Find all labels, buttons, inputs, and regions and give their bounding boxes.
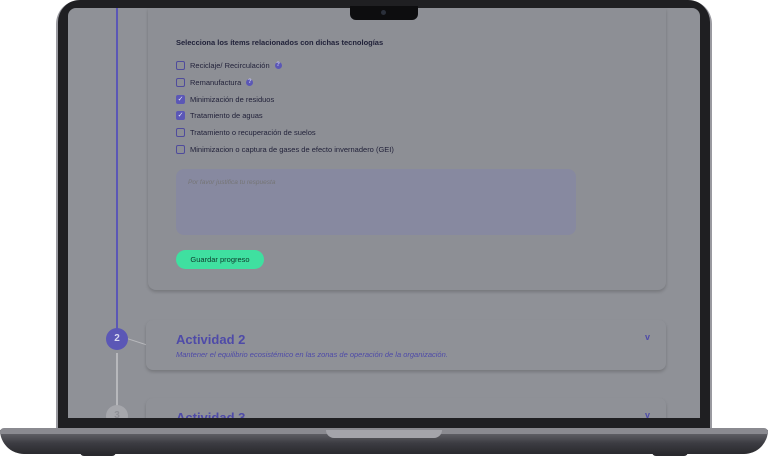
activity-2-card[interactable]: Actividad 2 Mantener el equilibrio ecosi… (146, 320, 666, 370)
laptop-opening-notch (326, 430, 442, 438)
check-icon: ✓ (177, 96, 184, 103)
option-label: Tratamiento de aguas (190, 111, 263, 120)
option-remanufactura[interactable]: Remanufactura ? (176, 78, 254, 87)
option-label: Reciclaje/ Recirculación (190, 61, 270, 70)
checkbox[interactable] (176, 145, 185, 154)
timeline-line (116, 8, 118, 338)
activity-title: Actividad 3 (176, 410, 246, 418)
checkbox[interactable] (176, 61, 185, 70)
chevron-down-icon[interactable]: v (645, 410, 650, 418)
activity-subtitle: Mantener el equilibrio ecosistémico en l… (176, 350, 448, 359)
checkbox-checked[interactable]: ✓ (176, 95, 185, 104)
screen: Selecciona los ítems relacionados con di… (68, 8, 700, 418)
option-label: Minimización de residuos (190, 95, 275, 104)
activity-title: Actividad 2 (176, 332, 246, 347)
camera-icon (381, 10, 386, 15)
step-3-badge: 3 (106, 405, 128, 418)
chevron-down-icon[interactable]: v (645, 332, 650, 342)
activity-3-card[interactable]: Actividad 3 v (146, 398, 666, 418)
save-progress-button[interactable]: Guardar progreso (176, 250, 264, 269)
option-tratamiento-suelos[interactable]: Tratamiento o recuperación de suelos (176, 128, 316, 137)
question-circle-icon[interactable]: ? (274, 62, 282, 69)
option-label: Remanufactura (190, 78, 242, 87)
option-minimizacion-residuos[interactable]: ✓ Minimización de residuos (176, 95, 274, 104)
step-2-badge: 2 (106, 328, 128, 350)
timeline-line-inactive (116, 353, 118, 413)
checkbox[interactable] (176, 78, 185, 87)
option-label: Minimizacion o captura de gases de efect… (190, 145, 394, 154)
option-tratamiento-aguas[interactable]: ✓ Tratamiento de aguas (176, 111, 263, 120)
question-circle-icon[interactable]: ? (246, 79, 254, 86)
check-icon: ✓ (177, 112, 184, 119)
camera-notch (350, 6, 418, 20)
question-title: Selecciona los ítems relacionados con di… (176, 38, 384, 47)
checkbox-checked[interactable]: ✓ (176, 111, 185, 120)
option-gases-gei[interactable]: Minimizacion o captura de gases de efect… (176, 145, 394, 154)
option-reciclaje[interactable]: Reciclaje/ Recirculación ? (176, 61, 282, 70)
activity-1-card: Selecciona los ítems relacionados con di… (148, 8, 666, 290)
checkbox[interactable] (176, 128, 185, 137)
justify-textarea[interactable] (176, 169, 576, 235)
option-label: Tratamiento o recuperación de suelos (190, 128, 316, 137)
